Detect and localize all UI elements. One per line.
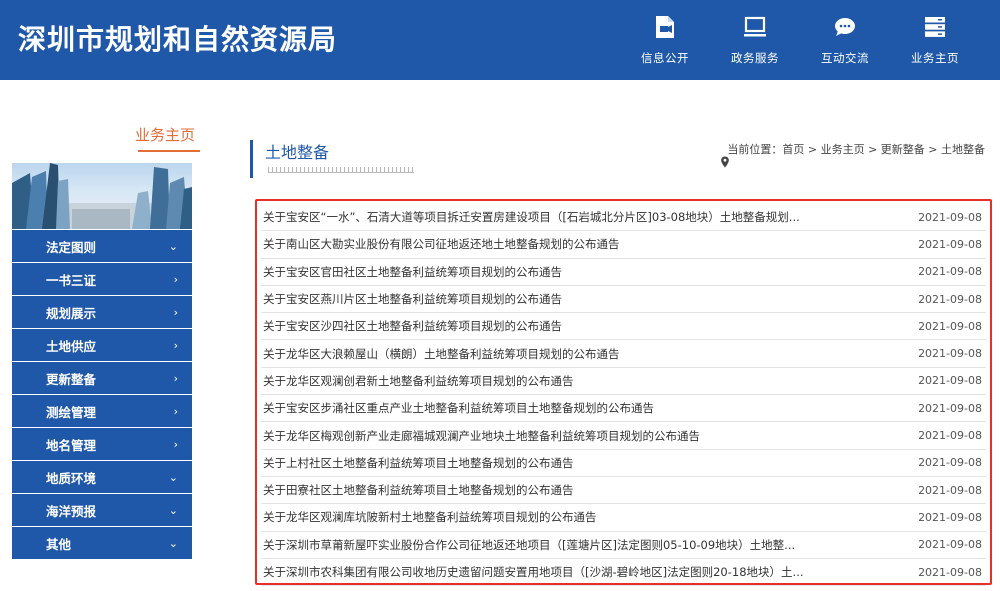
sidebar-item-label: 更新整备 xyxy=(46,371,97,387)
page-title: 土地整备 xyxy=(265,143,330,162)
list-item[interactable]: 关于龙华区梅观创新产业走廊福城观澜产业地块土地整备利益统筹项目规划的公布通告 20… xyxy=(261,422,986,450)
list-item[interactable]: 关于田寮社区土地整备利益统筹项目土地整备规划的公布通告 2021-09-08 xyxy=(261,477,986,505)
sidebar-item-one-book-three-certs[interactable]: 一书三证 › xyxy=(12,263,192,296)
breadcrumb-path[interactable]: 首页 > 业务主页 > 更新整备 > 土地整备 xyxy=(782,141,985,157)
chevron-right-icon: › xyxy=(173,305,178,319)
chevron-down-icon: ⌄ xyxy=(168,503,178,517)
list-item-title[interactable]: 关于宝安区沙四社区土地整备利益统筹项目规划的公布通告 xyxy=(263,318,562,334)
list-item-date: 2021-09-08 xyxy=(918,510,982,524)
top-nav: 信息公开 政务服务 互动交流 业务主页 xyxy=(620,0,980,80)
list-item[interactable]: 关于宝安区步涌社区重点产业土地整备利益统筹项目土地整备规划的公布通告 2021-0… xyxy=(261,395,986,423)
chevron-right-icon: › xyxy=(173,404,178,418)
list-item[interactable]: 关于宝安区“一水”、石清大道等项目拆迁安置房建设项目（[石岩城北分片区]03-0… xyxy=(261,204,986,232)
nav-item-government-service[interactable]: 政务服务 xyxy=(710,0,800,80)
list-item-date: 2021-09-08 xyxy=(918,292,982,306)
monitor-icon xyxy=(742,14,768,40)
sidebar-item-other[interactable]: 其他 ⌄ xyxy=(12,527,192,560)
sidebar-item-label: 其他 xyxy=(46,536,72,552)
list-item-date: 2021-09-08 xyxy=(918,319,982,333)
list-item[interactable]: 关于龙华区观澜库坑陂新村土地整备利益统筹项目规划的公布通告 2021-09-08 xyxy=(261,504,986,532)
sidebar-menu: 法定图则 ⌄ 一书三证 › 规划展示 › 土地供应 › 更新整备 › 测绘管理 › 地名管理… xyxy=(12,230,192,560)
chevron-down-icon: ⌄ xyxy=(168,536,178,550)
sidebar-item-geo-environment[interactable]: 地质环境 ⌄ xyxy=(12,461,192,494)
sidebar-item-label: 土地供应 xyxy=(46,338,97,354)
list-item-date: 2021-09-08 xyxy=(918,237,982,251)
nav-item-interaction[interactable]: 互动交流 xyxy=(800,0,890,80)
document-icon xyxy=(652,14,678,40)
list-item-title[interactable]: 关于宝安区步涌社区重点产业土地整备利益统筹项目土地整备规划的公布通告 xyxy=(263,400,654,416)
chevron-down-icon: ⌄ xyxy=(168,470,178,484)
title-decoration xyxy=(268,167,414,173)
sidebar-item-label: 测绘管理 xyxy=(46,404,97,420)
sidebar-title-underline xyxy=(138,150,200,152)
location-pin-icon xyxy=(705,143,730,168)
sidebar-item-land-supply[interactable]: 土地供应 › xyxy=(12,329,192,362)
nav-label: 政务服务 xyxy=(731,51,779,65)
sidebar-item-label: 地名管理 xyxy=(46,437,97,453)
sidebar-item-place-names[interactable]: 地名管理 › xyxy=(12,428,192,461)
list-item-title[interactable]: 关于上村社区土地整备利益统筹项目土地整备规划的公布通告 xyxy=(263,455,574,471)
list-item-date: 2021-09-08 xyxy=(918,538,982,552)
chevron-right-icon: › xyxy=(173,437,178,451)
list-item-title[interactable]: 关于田寮社区土地整备利益统筹项目土地整备规划的公布通告 xyxy=(263,482,574,498)
list-item[interactable]: 关于龙华区大浪赖屋山（横朗）土地整备利益统筹项目规划的公布通告 2021-09-0… xyxy=(261,340,986,368)
list-item[interactable]: 关于上村社区土地整备利益统筹项目土地整备规划的公布通告 2021-09-08 xyxy=(261,450,986,477)
chevron-down-icon: ⌄ xyxy=(168,239,178,253)
list-item-title[interactable]: 关于宝安区燕川片区土地整备利益统筹项目规划的公布通告 xyxy=(263,291,562,307)
list-item[interactable]: 关于深圳市草莆新屋吓实业股份合作公司征地返还地项目（[莲塘片区]法定图则05-1… xyxy=(261,532,986,559)
list-item-date: 2021-09-08 xyxy=(918,210,982,224)
list-item[interactable]: 关于南山区大勘实业股份有限公司征地返还地土地整备规划的公布通告 2021-09-0… xyxy=(261,231,986,259)
list-item-date: 2021-09-08 xyxy=(918,456,982,470)
sidebar-item-statutory-plans[interactable]: 法定图则 ⌄ xyxy=(12,230,192,263)
list-item-date: 2021-09-08 xyxy=(918,483,982,497)
list-item-title[interactable]: 关于深圳市草莆新屋吓实业股份合作公司征地返还地项目（[莲塘片区]法定图则05-1… xyxy=(263,537,795,553)
sidebar-item-label: 海洋预报 xyxy=(46,503,97,519)
sidebar-item-surveying[interactable]: 测绘管理 › xyxy=(12,395,192,428)
list-item-date: 2021-09-08 xyxy=(918,374,982,388)
sidebar-item-label: 地质环境 xyxy=(46,470,97,486)
sidebar-item-label: 规划展示 xyxy=(46,305,97,321)
list-item[interactable]: 关于宝安区官田社区土地整备利益统筹项目规划的公布通告 2021-09-08 xyxy=(261,259,986,286)
list-item-title[interactable]: 关于龙华区大浪赖屋山（横朗）土地整备利益统筹项目规划的公布通告 xyxy=(263,346,620,362)
list-item-date: 2021-09-08 xyxy=(918,429,982,443)
list-item-title[interactable]: 关于宝安区官田社区土地整备利益统筹项目规划的公布通告 xyxy=(263,264,562,280)
article-list: 关于宝安区“一水”、石清大道等项目拆迁安置房建设项目（[石岩城北分片区]03-0… xyxy=(255,199,992,587)
list-item-date: 2021-09-08 xyxy=(918,265,982,279)
list-item-date: 2021-09-08 xyxy=(918,401,982,415)
sidebar-title: 业务主页 xyxy=(135,126,196,144)
list-item-title[interactable]: 关于南山区大勘实业股份有限公司征地返还地土地整备规划的公布通告 xyxy=(263,236,620,252)
title-accent-bar xyxy=(250,140,253,178)
sidebar-item-ocean-forecast[interactable]: 海洋预报 ⌄ xyxy=(12,494,192,527)
chevron-right-icon: › xyxy=(173,338,178,352)
sidebar-item-label: 法定图则 xyxy=(46,239,97,255)
list-item[interactable]: 关于宝安区沙四社区土地整备利益统筹项目规划的公布通告 2021-09-08 xyxy=(261,313,986,341)
site-title[interactable]: 深圳市规划和自然资源局 xyxy=(18,20,337,60)
chat-icon xyxy=(832,14,858,40)
list-item-date: 2021-09-08 xyxy=(918,565,982,579)
list-item-title[interactable]: 关于龙华区观澜创君新土地整备利益统筹项目规划的公布通告 xyxy=(263,373,574,389)
breadcrumb-prefix: 当前位置： xyxy=(727,143,783,156)
sidebar-item-label: 一书三证 xyxy=(46,272,97,288)
sidebar-banner-image xyxy=(12,163,192,229)
list-item-title[interactable]: 关于宝安区“一水”、石清大道等项目拆迁安置房建设项目（[石岩城北分片区]03-0… xyxy=(263,209,800,225)
server-icon xyxy=(922,14,948,40)
site-header: 深圳市规划和自然资源局 信息公开 政务服务 互动交流 业务主页 xyxy=(0,0,1000,80)
list-item[interactable]: 关于龙华区观澜创君新土地整备利益统筹项目规划的公布通告 2021-09-08 xyxy=(261,368,986,396)
list-item[interactable]: 关于宝安区燕川片区土地整备利益统筹项目规划的公布通告 2021-09-08 xyxy=(261,286,986,314)
list-item[interactable]: 关于深圳市农科集团有限公司收地历史遗留问题安置用地项目（[沙湖-碧岭地区]法定图… xyxy=(261,559,986,587)
nav-label: 业务主页 xyxy=(911,51,959,65)
sidebar-item-renewal-consolidation[interactable]: 更新整备 › xyxy=(12,362,192,395)
chevron-right-icon: › xyxy=(173,272,178,286)
nav-label: 信息公开 xyxy=(641,51,689,65)
chevron-right-icon: › xyxy=(173,371,178,385)
list-item-title[interactable]: 关于龙华区观澜库坑陂新村土地整备利益统筹项目规划的公布通告 xyxy=(263,509,597,525)
nav-item-business-home[interactable]: 业务主页 xyxy=(890,0,980,80)
list-item-date: 2021-09-08 xyxy=(918,347,982,361)
breadcrumb: 当前位置： 首页 > 业务主页 > 更新整备 > 土地整备 xyxy=(705,141,985,168)
list-item-title[interactable]: 关于龙华区梅观创新产业走廊福城观澜产业地块土地整备利益统筹项目规划的公布通告 xyxy=(263,428,700,444)
list-item-title[interactable]: 关于深圳市农科集团有限公司收地历史遗留问题安置用地项目（[沙湖-碧岭地区]法定图… xyxy=(263,564,804,580)
nav-label: 互动交流 xyxy=(821,51,869,65)
nav-item-info-disclosure[interactable]: 信息公开 xyxy=(620,0,710,80)
sidebar-item-planning-display[interactable]: 规划展示 › xyxy=(12,296,192,329)
